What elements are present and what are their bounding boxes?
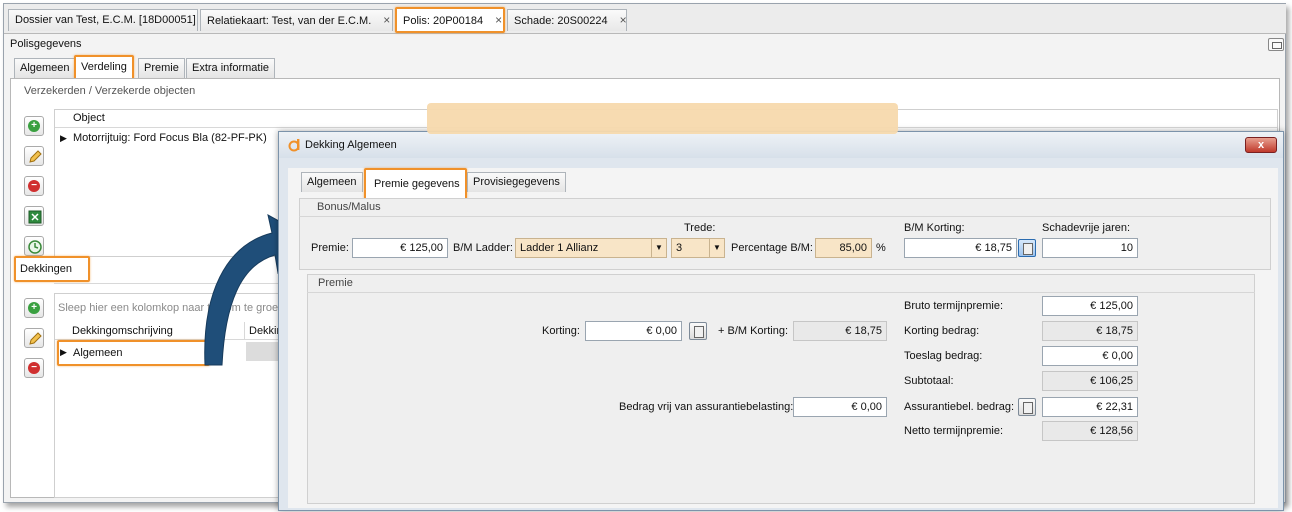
calculator-icon[interactable]: [1018, 398, 1036, 416]
clock-icon: [28, 240, 42, 254]
chevron-down-icon[interactable]: ▼: [709, 239, 724, 257]
tab-label: Premie gegevens: [374, 178, 460, 190]
section-title-verzekerden: Verzekerden / Verzekerde objecten: [24, 85, 196, 97]
minus-icon: −: [28, 362, 40, 374]
tab-label: Algemeen: [307, 176, 357, 188]
bedrag-vrij-label: Bedrag vrij van assurantiebelasting:: [619, 401, 794, 413]
section-title-dekkingen: Dekkingen: [14, 256, 90, 282]
column-header-dekkingomschrijving[interactable]: Dekkingomschrijving: [72, 325, 173, 337]
bm-korting-label: B/M Korting:: [904, 222, 965, 234]
doc-tab-label: Dossier van Test, E.C.M. [18D00051]: [15, 14, 196, 26]
doc-tab-label: Polis: 20P00184: [403, 15, 484, 27]
tab-label: Algemeen: [20, 62, 70, 74]
divider: [299, 216, 1271, 217]
tab-label: Verdeling: [81, 61, 127, 73]
toeslag-bedrag-field[interactable]: € 0,00: [1042, 346, 1138, 366]
calculator-icon[interactable]: [1018, 239, 1036, 257]
tab-extra-informatie[interactable]: Extra informatie: [186, 58, 276, 78]
add-dekking-button[interactable]: +: [24, 298, 44, 318]
edit-dekking-button[interactable]: [24, 328, 44, 348]
dialog-close-button[interactable]: x: [1245, 137, 1277, 153]
tab-premie[interactable]: Premie: [138, 58, 185, 78]
tab-premie-gegevens[interactable]: Premie gegevens: [364, 168, 467, 200]
doc-tab-dossier[interactable]: Dossier van Test, E.C.M. [18D00051]: [8, 9, 198, 31]
doc-tab-label: Relatiekaart: Test, van der E.C.M.: [207, 15, 372, 27]
maximize-icon[interactable]: [1268, 38, 1284, 51]
netto-termijnpremie-field: € 128,56: [1042, 421, 1138, 441]
premie-label: Premie:: [311, 242, 349, 254]
doc-tab-relatiekaart[interactable]: Relatiekaart: Test, van der E.C.M. ×: [200, 9, 393, 31]
group-title-bonus-malus: Bonus/Malus: [317, 201, 381, 213]
export-excel-button[interactable]: [24, 206, 44, 226]
row-indicator-icon: ▶: [60, 133, 67, 143]
bruto-termijnpremie-field[interactable]: € 125,00: [1042, 296, 1138, 316]
assurantiebelasting-label: Assurantiebel. bedrag:: [904, 401, 1015, 413]
bruto-termijnpremie-label: Bruto termijnpremie:: [904, 300, 1004, 312]
bm-ladder-select[interactable]: Ladder 1 Allianz ▼: [515, 238, 667, 258]
plus-icon: +: [28, 120, 40, 132]
tab-label: Provisiegegevens: [473, 176, 560, 188]
select-value: Ladder 1 Allianz: [520, 242, 599, 254]
subtotaal-label: Subtotaal:: [904, 375, 954, 387]
trede-select[interactable]: 3 ▼: [671, 238, 725, 258]
percent-sign: %: [876, 242, 886, 254]
app-logo-icon: [288, 139, 300, 152]
toeslag-bedrag-label: Toeslag bedrag:: [904, 350, 983, 362]
plus-bm-korting-field: € 18,75: [793, 321, 887, 341]
percentage-label: Percentage B/M:: [731, 242, 813, 254]
schadevrije-jaren-field[interactable]: 10: [1042, 238, 1138, 258]
plus-bm-korting-label: + B/M Korting:: [718, 325, 789, 337]
premie-field[interactable]: € 125,00: [352, 238, 448, 258]
schadevrije-jaren-label: Schadevrije jaren:: [1042, 222, 1131, 234]
delete-dekking-button[interactable]: −: [24, 358, 44, 378]
netto-termijnpremie-label: Netto termijnpremie:: [904, 425, 1004, 437]
tab-algemeen[interactable]: Algemeen: [301, 172, 363, 192]
bedrag-vrij-field[interactable]: € 0,00: [793, 397, 887, 417]
add-object-button[interactable]: +: [24, 116, 44, 136]
chevron-down-icon[interactable]: ▼: [651, 239, 666, 257]
plus-icon: +: [28, 302, 40, 314]
bm-korting-field[interactable]: € 18,75: [904, 238, 1017, 258]
close-icon[interactable]: ×: [383, 13, 390, 27]
korting-bedrag-label: Korting bedrag:: [904, 325, 980, 337]
minus-icon: −: [28, 180, 40, 192]
percentage-field[interactable]: 85,00: [815, 238, 872, 258]
assurantiebelasting-field[interactable]: € 22,31: [1042, 397, 1138, 417]
korting-label: Korting:: [542, 325, 580, 337]
table-row[interactable]: Motorrijtuig: Ford Focus Bla (82-PF-PK): [73, 132, 267, 144]
dialog-title: Dekking Algemeen: [305, 139, 397, 151]
spreadsheet-icon: [28, 210, 42, 224]
subtotaal-field: € 106,25: [1042, 371, 1138, 391]
tab-verdeling[interactable]: Verdeling: [74, 55, 134, 80]
select-value: 3: [676, 242, 683, 254]
pencil-icon: [29, 332, 42, 345]
trede-label: Trede:: [684, 222, 716, 234]
pencil-icon: [29, 150, 42, 163]
doc-tab-polis[interactable]: Polis: 20P00184 ×: [395, 7, 505, 33]
group-title-premie: Premie: [318, 277, 353, 289]
divider: [307, 292, 1255, 293]
row-label: Algemeen: [73, 347, 123, 359]
ladder-highlight: [427, 103, 898, 134]
dialog-titlebar: [279, 132, 1283, 158]
edit-object-button[interactable]: [24, 146, 44, 166]
doc-tab-schade[interactable]: Schade: 20S00224 ×: [507, 9, 627, 31]
doc-tab-label: Schade: 20S00224: [514, 15, 608, 27]
close-icon[interactable]: ×: [620, 13, 627, 27]
korting-bedrag-field: € 18,75: [1042, 321, 1138, 341]
section-title-label: Dekkingen: [20, 263, 72, 275]
tab-label: Extra informatie: [192, 62, 270, 74]
tab-provisiegegevens[interactable]: Provisiegegevens: [467, 172, 566, 192]
close-icon: x: [1257, 139, 1265, 151]
column-header-object[interactable]: Object: [73, 112, 105, 124]
close-icon[interactable]: ×: [495, 13, 502, 27]
bm-ladder-label: B/M Ladder:: [453, 242, 513, 254]
delete-object-button[interactable]: −: [24, 176, 44, 196]
tab-algemeen[interactable]: Algemeen: [14, 58, 76, 78]
history-button[interactable]: [24, 236, 44, 256]
panel-title: Polisgegevens: [10, 38, 82, 50]
tab-label: Premie: [144, 62, 179, 74]
korting-field[interactable]: € 0,00: [585, 321, 682, 341]
calculator-icon[interactable]: [689, 322, 707, 340]
